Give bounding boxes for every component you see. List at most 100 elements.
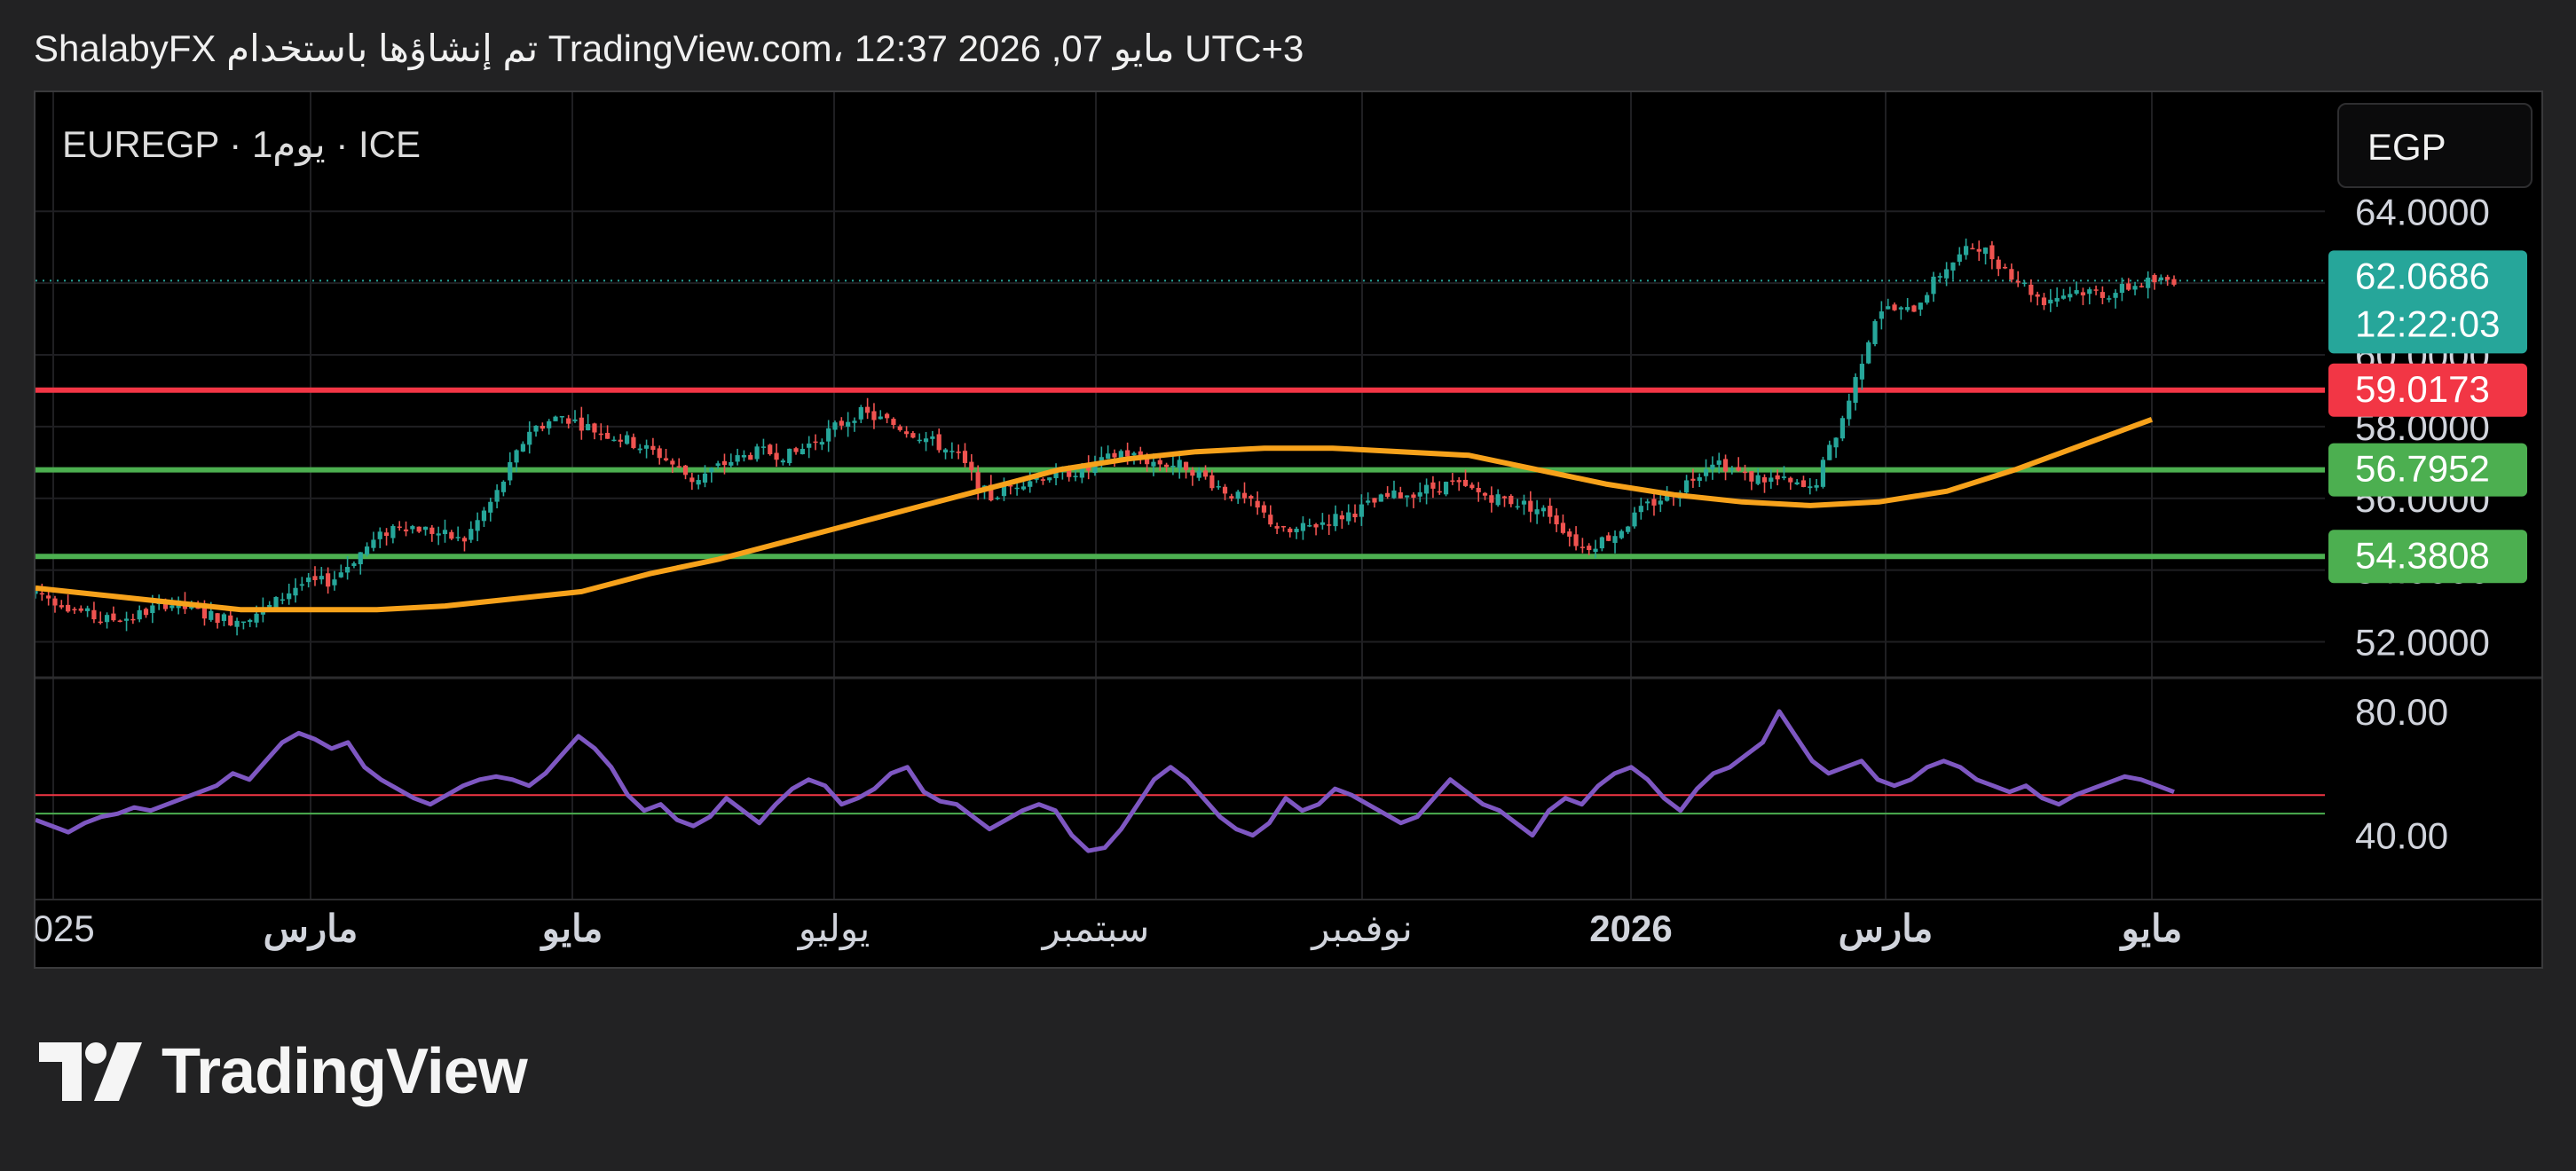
candle-body (1606, 535, 1611, 541)
candle-body (364, 546, 370, 555)
candle-body (2171, 279, 2177, 285)
candle-body (1398, 491, 1403, 499)
candle-body (2074, 290, 2079, 295)
candle-body (287, 593, 292, 600)
candle-body (514, 450, 519, 463)
rsi-indicator-pane (35, 709, 2325, 853)
candle-body (930, 436, 935, 439)
candle-body (1833, 437, 1839, 448)
time-axis-label: 2025 (35, 908, 95, 949)
candle-body (624, 435, 630, 444)
candle-body (1346, 512, 1351, 522)
candle-body (1548, 506, 1553, 517)
candle-body (1710, 464, 1715, 470)
candle-body (1729, 468, 1735, 470)
candle-body (760, 446, 767, 448)
candle-body (2152, 274, 2157, 283)
rsi-axis-label: 40.00 (2355, 815, 2448, 857)
time-axis-label: مايو (2119, 908, 2183, 951)
candle-body (1976, 248, 1981, 252)
candle-body (35, 591, 38, 594)
candle-body (787, 448, 792, 464)
candle-body (2093, 289, 2099, 291)
candle-body (1839, 418, 1846, 439)
candle-body (832, 422, 838, 430)
candle-body (962, 451, 968, 463)
candle-body (1183, 461, 1189, 470)
candle-body (1769, 477, 1774, 483)
time-axis-label: مارس (1839, 908, 1934, 951)
candle-body (248, 619, 253, 623)
candle-body (2146, 277, 2151, 288)
candle-body (1788, 477, 1793, 483)
candle-body (1587, 546, 1592, 551)
candle-body (123, 618, 130, 621)
candle-body (1775, 475, 1780, 480)
candle-body (1372, 498, 1377, 503)
candle-body (2060, 295, 2067, 299)
candle-body (383, 532, 390, 537)
candle-body (293, 587, 298, 596)
candle-body (1462, 479, 1469, 486)
candle-body (768, 444, 773, 455)
symbol-info[interactable]: EUREGP · 1يوم · ICE (62, 122, 421, 166)
candle-body (780, 460, 786, 463)
candle-body (1300, 523, 1306, 531)
candle-body (702, 473, 708, 483)
candle-body (858, 406, 863, 420)
candle-body (572, 419, 578, 421)
candle-body (1534, 509, 1540, 515)
candle-body (917, 439, 922, 442)
time-axis: 2025 مارس مايو يوليو سبتمبر نوفمبر 2026 مارس ماي… (35, 908, 2182, 951)
chart-pane[interactable]: 64.000062.000060.000058.000056.000054.00… (34, 90, 2543, 969)
candle-body (807, 443, 812, 448)
candle-body (2099, 292, 2106, 298)
candle-body (969, 461, 974, 470)
candle-body (1911, 305, 1917, 312)
candle-body (1073, 475, 1078, 477)
candle-body (1241, 492, 1248, 499)
candle-body (1898, 307, 1903, 310)
candle-body (1886, 306, 1891, 310)
level-price-badge-text: 56.7952 (2355, 448, 2490, 490)
candle-body (1651, 499, 1657, 506)
candle-body (682, 465, 689, 475)
candle-body (605, 432, 611, 439)
candle-body (2054, 297, 2060, 302)
candle-body (1028, 481, 1033, 487)
tradingview-branding[interactable]: TradingView (39, 1036, 528, 1107)
candle-body (852, 420, 857, 423)
candle-body (1925, 295, 1930, 303)
candle-body (494, 490, 500, 502)
candle-body (234, 620, 240, 627)
candle-body (481, 510, 487, 522)
candle-body (1879, 311, 1884, 319)
candle-body (1970, 248, 1975, 250)
candle-body (461, 538, 468, 542)
candle-body (676, 466, 681, 468)
chart-canvas[interactable]: 64.000062.000060.000058.000056.000054.00… (35, 92, 2543, 969)
candle-body (1288, 528, 1293, 533)
candle-body (1827, 444, 1832, 460)
candle-body (793, 448, 799, 452)
candle-body (201, 608, 208, 619)
candle-body (143, 609, 149, 616)
candle-body (1456, 480, 1461, 483)
candle-body (66, 604, 71, 612)
candle-body (2009, 269, 2014, 280)
currency-button[interactable]: EGP (2337, 103, 2533, 188)
candle-body (150, 605, 155, 614)
level-price-badge-text: 59.0173 (2355, 368, 2490, 410)
candle-body (1106, 453, 1111, 460)
candle-body (390, 525, 396, 538)
candle-body (442, 530, 448, 535)
last-price-badge-text: 12:22:03 (2355, 303, 2501, 344)
candle-body (1814, 484, 1819, 488)
candle-body (2158, 277, 2163, 280)
moving-average-line (35, 416, 2154, 613)
chart-attribution: ShalabyFX تم إنشاؤها باستخدام TradingVie… (34, 28, 1304, 69)
last-price-badge-text: 62.0686 (2355, 255, 2490, 296)
candle-body (254, 613, 259, 623)
candle-body (1170, 465, 1176, 468)
candle-body (1216, 486, 1221, 488)
